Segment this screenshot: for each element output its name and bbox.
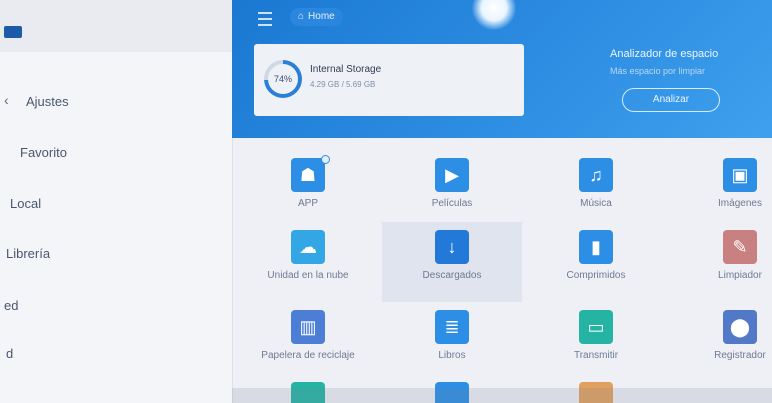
category-label: Música — [580, 198, 612, 209]
breadcrumb-label: Home — [308, 11, 335, 22]
sidebar-top-bar — [0, 0, 232, 52]
sidebar-item-label: Favorito — [20, 145, 67, 160]
category-label: Registrador — [714, 350, 766, 361]
sidebar-item-label: Ajustes — [26, 94, 69, 109]
category-registrador[interactable]: ⬤ Registrador — [670, 302, 772, 382]
menu-icon[interactable] — [258, 12, 272, 26]
recorder-icon: ⬤ — [723, 310, 757, 344]
download-icon: ↓ — [435, 230, 469, 264]
analyze-button[interactable]: Analizar — [622, 88, 720, 112]
category-label: Películas — [431, 198, 473, 209]
category-imagenes[interactable]: ▣ Imágenes — [670, 150, 772, 230]
app-logo-icon — [4, 26, 22, 38]
category-label: Comprimidos — [566, 270, 626, 281]
sidebar-item-libreria[interactable]: Librería — [0, 234, 232, 274]
category-label: Imágenes — [718, 198, 762, 209]
archive-icon: ▮ — [579, 230, 613, 264]
category-label: Limpiador — [718, 270, 762, 281]
header-banner: ⌂ Home 74% Internal Storage 4.29 GB / 5.6… — [232, 0, 772, 138]
category-limpiador[interactable]: ✎ Limpiador — [670, 222, 772, 302]
sidebar: ‹ Ajustes Favorito Local Librería ed d — [0, 0, 233, 403]
category-label: APP — [297, 198, 318, 209]
sidebar-item-label: Local — [10, 196, 42, 211]
trash-icon: ▥ — [291, 310, 325, 344]
sidebar-item-local[interactable]: Local — [0, 184, 232, 224]
analyzer-title: Analizador de espacio — [610, 48, 719, 60]
sidebar-item-label: Librería — [6, 246, 51, 261]
broom-icon: ✎ — [723, 230, 757, 264]
category-descargados[interactable]: ↓ Descargados — [382, 222, 522, 302]
home-icon: ⌂ — [298, 11, 305, 22]
category-unidad-nube[interactable]: ☁ Unidad en la nube — [238, 222, 378, 302]
storage-subtitle: 4.29 GB / 5.69 GB — [310, 80, 376, 89]
breadcrumb[interactable]: ⌂ Home — [290, 8, 343, 26]
image-icon: ▣ — [723, 158, 757, 192]
category-label: Descargados — [422, 270, 482, 281]
analyzer-subtitle: Más espacio por limpiar — [610, 66, 706, 76]
storage-percent: 74% — [268, 64, 298, 94]
category-transmitir[interactable]: ▭ Transmitir — [526, 302, 666, 382]
screen-bottom-shadow — [232, 388, 772, 403]
sidebar-item-5[interactable]: ed — [0, 286, 232, 326]
sidebar-item-label: d — [6, 346, 14, 361]
category-comprimidos[interactable]: ▮ Comprimidos — [526, 222, 666, 302]
storage-usage-ring: 74% — [264, 60, 302, 98]
android-icon: ☗ — [291, 155, 330, 192]
category-label: Papelera de reciclaje — [261, 350, 355, 361]
category-papelera[interactable]: ▥ Papelera de reciclaje — [238, 302, 378, 382]
notification-dot — [321, 155, 330, 164]
sidebar-item-label: ed — [4, 298, 19, 313]
category-peliculas[interactable]: ▶ Películas — [382, 150, 522, 230]
music-icon: ♫ — [579, 158, 613, 192]
storage-title: Internal Storage — [310, 64, 382, 75]
category-label: Libros — [438, 350, 466, 361]
sidebar-item-ajustes[interactable]: ‹ Ajustes — [0, 82, 232, 122]
sidebar-item-favorito[interactable]: Favorito — [0, 133, 232, 173]
cast-icon: ▭ — [579, 310, 613, 344]
category-app[interactable]: ☗ APP — [238, 150, 378, 230]
storage-card[interactable]: 74% Internal Storage 4.29 GB / 5.69 GB — [254, 44, 524, 116]
category-label: Transmitir — [573, 350, 619, 361]
category-libros[interactable]: ≣ Libros — [382, 302, 522, 382]
category-musica[interactable]: ♫ Música — [526, 150, 666, 230]
category-label: Unidad en la nube — [267, 270, 349, 281]
light-glare — [472, 0, 516, 30]
book-icon: ≣ — [435, 310, 469, 344]
cloud-icon: ☁ — [291, 230, 325, 264]
video-icon: ▶ — [435, 158, 469, 192]
sidebar-item-6[interactable]: d — [0, 334, 232, 374]
chevron-left-icon: ‹ — [4, 92, 9, 108]
